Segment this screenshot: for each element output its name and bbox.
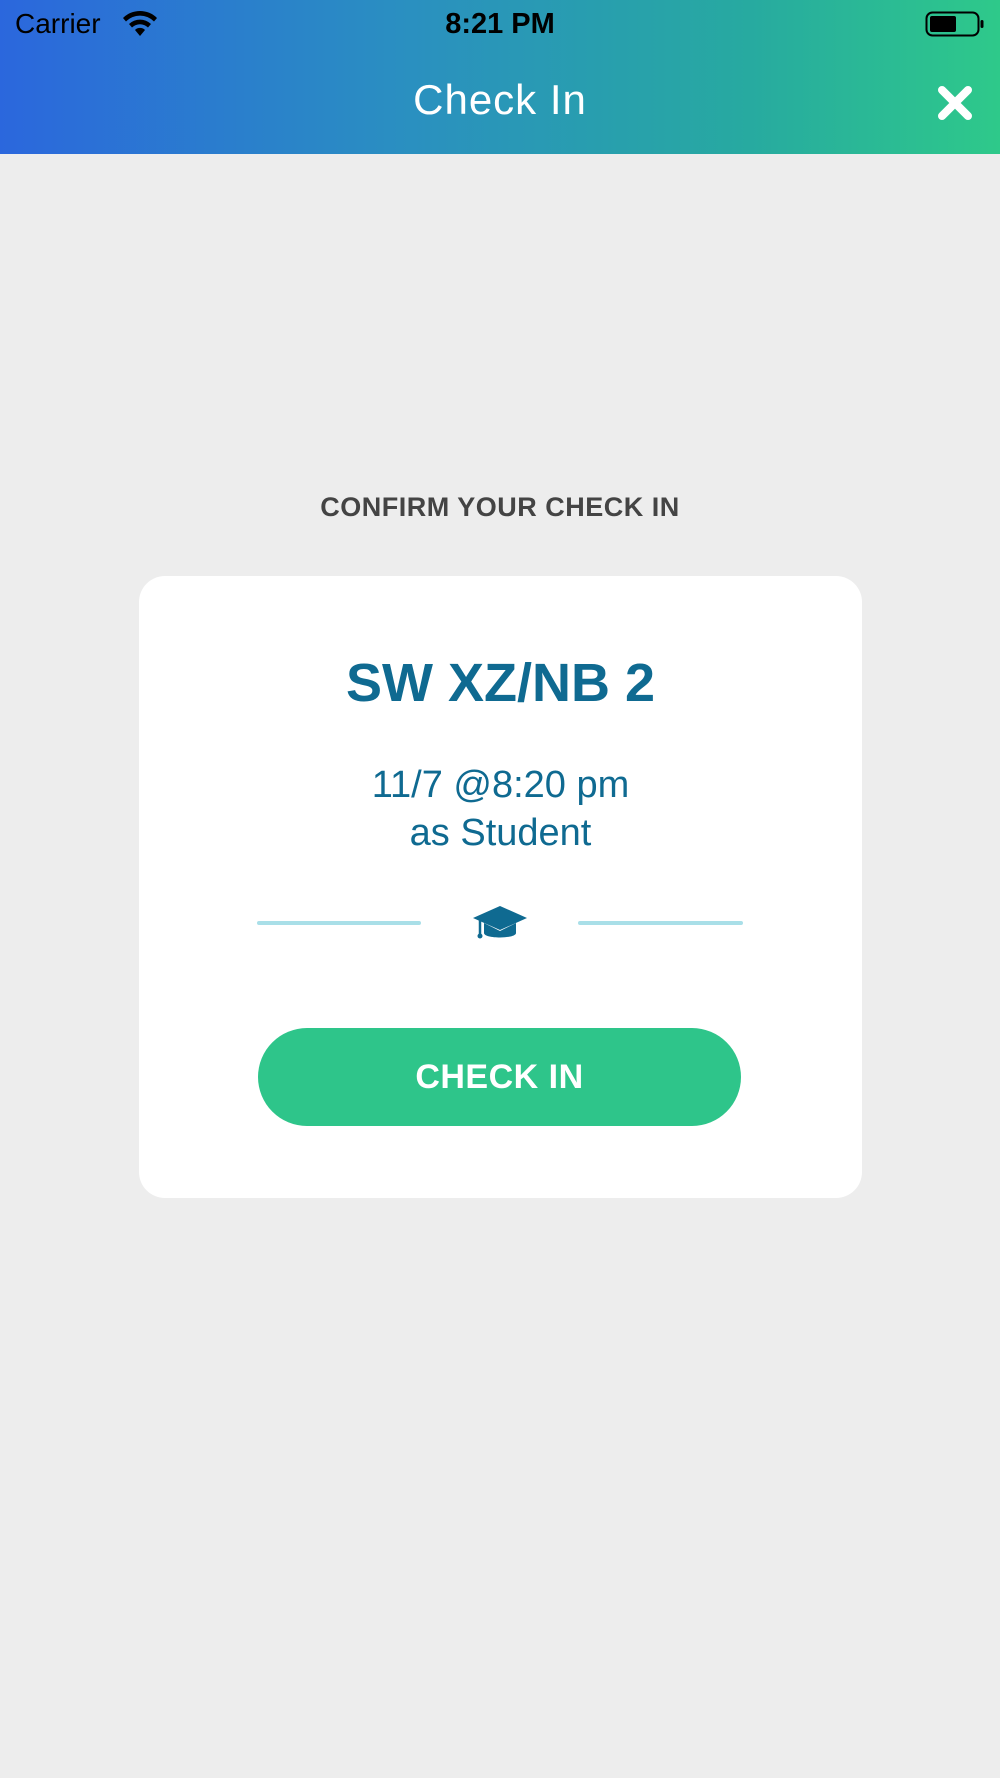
page-title: Check In <box>413 76 587 123</box>
checkin-card: SW XZ/NB 2 11/7 @8:20 pm as Student CHEC… <box>139 576 862 1198</box>
check-in-button[interactable]: CHECK IN <box>258 1028 741 1126</box>
close-icon[interactable] <box>936 84 974 122</box>
divider-right <box>578 921 743 925</box>
divider-left <box>257 921 421 925</box>
class-title: SW XZ/NB 2 <box>345 653 656 713</box>
battery-icon <box>925 11 984 37</box>
checkin-datetime: 11/7 @8:20 pm <box>371 764 630 806</box>
confirm-heading: CONFIRM YOUR CHECK IN <box>320 492 680 522</box>
graduation-cap-icon <box>473 906 527 939</box>
status-time: 8:21 PM <box>445 8 555 40</box>
status-bar: Carrier 8:21 PM <box>0 0 1000 50</box>
top-bar: Carrier 8:21 PM Check In <box>0 0 1000 154</box>
checkin-role: as Student <box>409 812 592 854</box>
